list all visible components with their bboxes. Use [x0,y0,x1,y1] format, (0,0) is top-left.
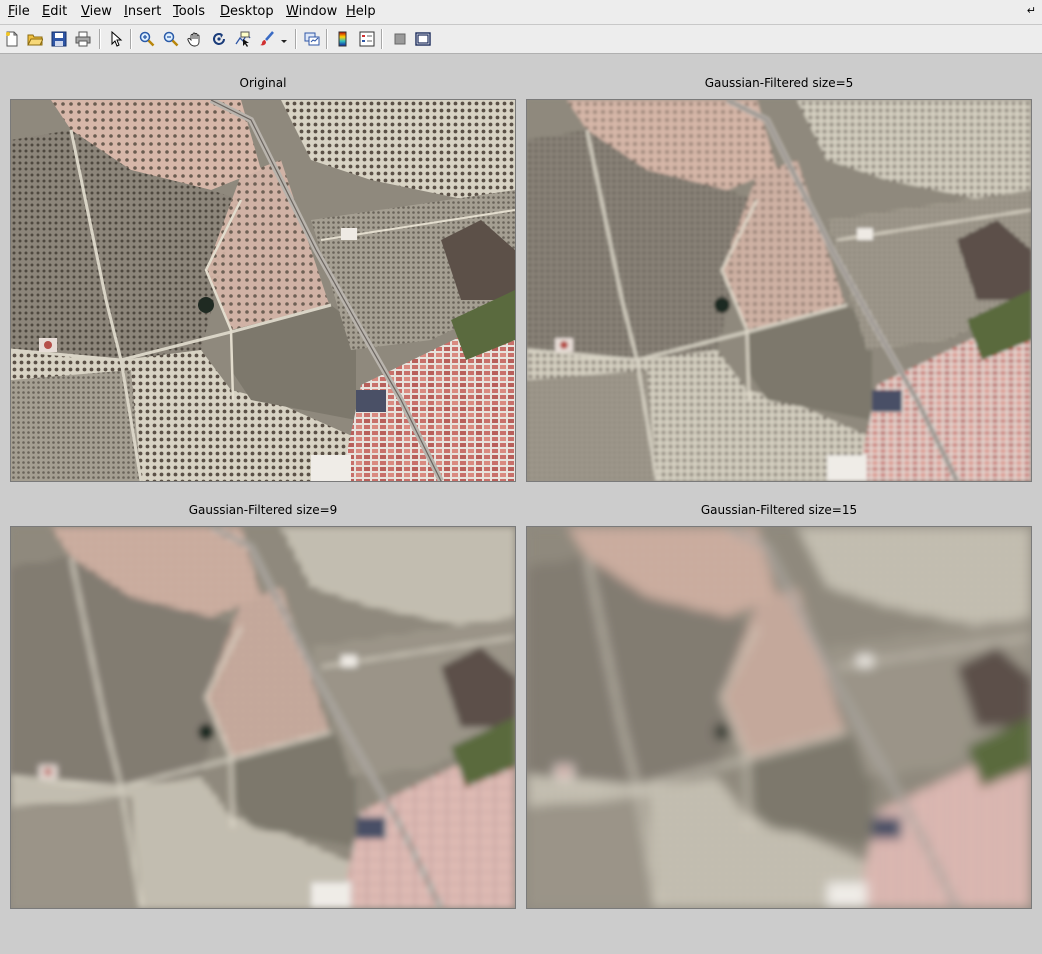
data-cursor-icon[interactable] [232,28,254,50]
menu-edit[interactable]: Edit [42,4,67,19]
save-icon[interactable] [48,28,70,50]
menu-window[interactable]: Window [286,4,337,19]
show-plot-tools-icon[interactable] [412,28,434,50]
pan-hand-icon[interactable] [184,28,206,50]
print-icon[interactable] [72,28,94,50]
menu-tools[interactable]: Tools [173,4,205,19]
select-arrow-icon[interactable] [105,28,127,50]
aerial-image-original[interactable] [10,99,516,482]
aerial-photo-render [527,527,1031,908]
aerial-image-size15[interactable] [526,526,1032,909]
aerial-image-size9[interactable] [10,526,516,909]
menu-file[interactable]: File [8,4,30,19]
dock-arrow-icon[interactable]: ↵ [1027,4,1036,17]
aerial-photo-render [11,100,515,481]
toolbar-separator [295,29,297,49]
colorbar-icon[interactable] [332,28,354,50]
menu-view[interactable]: View [81,4,112,19]
aerial-photo-render [11,527,515,908]
panel-title-original: Original [239,76,287,90]
legend-icon[interactable] [356,28,378,50]
rotate-3d-icon[interactable] [208,28,230,50]
figure-canvas: Original Gaussian-Filtered size=5 Gaussi… [0,54,1042,954]
brush-icon[interactable] [256,28,278,50]
hide-plot-tools-icon[interactable] [389,28,411,50]
brush-dropdown-icon[interactable] [278,28,290,50]
menu-desktop[interactable]: Desktop [220,4,274,19]
menu-bar: File Edit View Insert Tools Desktop Wind… [0,0,1042,25]
zoom-out-icon[interactable] [160,28,182,50]
toolbar-separator [381,29,383,49]
toolbar-separator [326,29,328,49]
figure-toolbar [0,25,1042,54]
panel-title-size5: Gaussian-Filtered size=5 [704,76,854,90]
toolbar-separator [99,29,101,49]
open-file-icon[interactable] [24,28,46,50]
panel-title-size9: Gaussian-Filtered size=9 [188,503,338,517]
panel-title-size15: Gaussian-Filtered size=15 [700,503,858,517]
aerial-image-size5[interactable] [526,99,1032,482]
aerial-photo-render [527,100,1031,481]
link-plot-icon[interactable] [301,28,323,50]
menu-insert[interactable]: Insert [124,4,161,19]
menu-help[interactable]: Help [346,4,376,19]
new-figure-icon[interactable] [1,28,23,50]
zoom-in-icon[interactable] [136,28,158,50]
toolbar-separator [130,29,132,49]
